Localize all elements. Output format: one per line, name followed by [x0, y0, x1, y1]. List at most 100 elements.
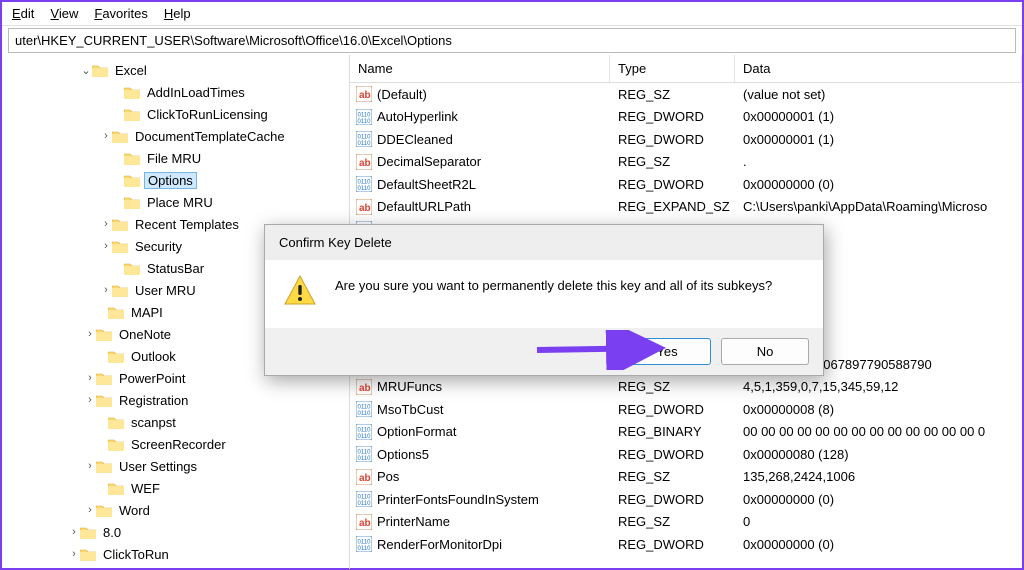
address-bar[interactable]: uter\HKEY_CURRENT_USER\Software\Microsof…: [8, 28, 1016, 53]
value-type: REG_BINARY: [610, 424, 735, 439]
col-header-name[interactable]: Name: [350, 55, 610, 82]
folder-icon: [124, 174, 140, 187]
value-type: REG_DWORD: [610, 402, 735, 417]
tree-item-label: File MRU: [144, 151, 204, 166]
chevron-right-icon[interactable]: ›: [68, 548, 80, 560]
folder-icon: [124, 152, 140, 165]
value-type: REG_SZ: [610, 379, 735, 394]
chevron-down-icon[interactable]: ⌄: [80, 64, 92, 77]
col-header-data[interactable]: Data: [735, 55, 1022, 82]
folder-icon: [112, 218, 128, 231]
value-name: PrinterName: [377, 514, 450, 529]
tree-item-label: Excel: [112, 63, 150, 78]
tree-item-label: scanpst: [128, 415, 179, 430]
value-data: 0: [735, 514, 1022, 529]
string-value-icon: [356, 514, 372, 530]
tree-item[interactable]: Place MRU: [2, 191, 349, 213]
tree-item[interactable]: AddInLoadTimes: [2, 81, 349, 103]
menu-favorites[interactable]: Favorites: [94, 6, 147, 21]
value-row[interactable]: PosREG_SZ135,268,2424,1006: [350, 466, 1022, 489]
value-type: REG_SZ: [610, 514, 735, 529]
value-row[interactable]: MsoTbCustREG_DWORD0x00000008 (8): [350, 398, 1022, 421]
tree-item[interactable]: ›Common: [2, 565, 349, 569]
value-row[interactable]: DDECleanedREG_DWORD0x00000001 (1): [350, 128, 1022, 151]
value-row[interactable]: RenderForMonitorDpiREG_DWORD0x00000000 (…: [350, 533, 1022, 556]
value-name: MsoTbCust: [377, 402, 443, 417]
value-data: 0x00000000 (0): [735, 492, 1022, 507]
value-row[interactable]: DefaultSheetR2LREG_DWORD0x00000000 (0): [350, 173, 1022, 196]
value-data: 00 00 00 00 00 00 00 00 00 00 00 00 00 0: [735, 424, 1022, 439]
folder-icon: [96, 328, 112, 341]
menu-help[interactable]: Help: [164, 6, 191, 21]
value-row[interactable]: OptionFormatREG_BINARY00 00 00 00 00 00 …: [350, 421, 1022, 444]
tree-item[interactable]: ›Registration: [2, 389, 349, 411]
tree-item-label: ClickToRun: [100, 547, 172, 562]
value-data: 0x00000000 (0): [735, 537, 1022, 552]
value-row[interactable]: MRUFuncsREG_SZ4,5,1,359,0,7,15,345,59,12: [350, 376, 1022, 399]
no-button[interactable]: No: [721, 338, 809, 365]
tree-item-label: MAPI: [128, 305, 166, 320]
menu-view[interactable]: View: [50, 6, 78, 21]
value-name: DecimalSeparator: [377, 154, 481, 169]
value-data: 0x00000000 (0): [735, 177, 1022, 192]
chevron-right-icon[interactable]: ›: [100, 284, 112, 296]
value-row[interactable]: AutoHyperlinkREG_DWORD0x00000001 (1): [350, 106, 1022, 129]
tree-item[interactable]: ›DocumentTemplateCache: [2, 125, 349, 147]
tree-item[interactable]: ›8.0: [2, 521, 349, 543]
tree-item-label: OneNote: [116, 327, 174, 342]
value-row[interactable]: DecimalSeparatorREG_SZ.: [350, 151, 1022, 174]
value-name: (Default): [377, 87, 427, 102]
value-row[interactable]: Options5 REG_DWORD0x00000080 (128): [350, 443, 1022, 466]
value-name: Options5: [377, 447, 429, 462]
string-value-icon: [356, 379, 372, 395]
value-data: 0x00000080 (128): [735, 447, 1022, 462]
col-header-type[interactable]: Type: [610, 55, 735, 82]
value-row[interactable]: (Default)REG_SZ(value not set): [350, 83, 1022, 106]
tree-item-label: Recent Templates: [132, 217, 242, 232]
tree-item-label: AddInLoadTimes: [144, 85, 248, 100]
tree-item[interactable]: ClickToRunLicensing: [2, 103, 349, 125]
tree-item-label: Options: [144, 172, 197, 189]
binary-value-icon: [356, 446, 372, 462]
chevron-right-icon[interactable]: ›: [84, 328, 96, 340]
tree-item[interactable]: ScreenRecorder: [2, 433, 349, 455]
tree-item-label: User Settings: [116, 459, 200, 474]
menu-bar: Edit View Favorites Help: [2, 2, 1022, 26]
binary-value-icon: [356, 109, 372, 125]
chevron-right-icon[interactable]: ›: [100, 240, 112, 252]
tree-item[interactable]: › User Settings: [2, 455, 349, 477]
string-value-icon: [356, 469, 372, 485]
tree-item[interactable]: › ClickToRun: [2, 543, 349, 565]
value-data: (value not set): [735, 87, 1022, 102]
menu-edit[interactable]: Edit: [12, 6, 34, 21]
tree-item[interactable]: ⌄ Excel: [2, 59, 349, 81]
tree-item[interactable]: File MRU: [2, 147, 349, 169]
tree-item-label: Word: [116, 503, 153, 518]
folder-icon: [96, 504, 112, 517]
value-type: REG_DWORD: [610, 447, 735, 462]
value-name: Pos: [377, 469, 399, 484]
tree-item[interactable]: scanpst: [2, 411, 349, 433]
chevron-right-icon[interactable]: ›: [84, 394, 96, 406]
folder-icon: [108, 416, 124, 429]
tree-item[interactable]: WEF: [2, 477, 349, 499]
chevron-right-icon[interactable]: ›: [84, 460, 96, 472]
chevron-right-icon[interactable]: ›: [68, 526, 80, 538]
value-row[interactable]: PrinterName REG_SZ0: [350, 511, 1022, 534]
tree-item[interactable]: Options: [2, 169, 349, 191]
folder-icon: [80, 548, 96, 561]
yes-button[interactable]: Yes: [623, 338, 711, 365]
chevron-right-icon[interactable]: ›: [100, 130, 112, 142]
chevron-right-icon[interactable]: ›: [84, 504, 96, 516]
value-name: PrinterFontsFoundInSystem: [377, 492, 539, 507]
tree-item-label: StatusBar: [144, 261, 207, 276]
tree-item[interactable]: › Word: [2, 499, 349, 521]
chevron-right-icon[interactable]: ›: [100, 218, 112, 230]
chevron-right-icon[interactable]: ›: [84, 372, 96, 384]
value-row[interactable]: PrinterFontsFoundInSystemREG_DWORD0x0000…: [350, 488, 1022, 511]
folder-icon: [112, 284, 128, 297]
value-row[interactable]: DefaultURLPathREG_EXPAND_SZC:\Users\pank…: [350, 196, 1022, 219]
binary-value-icon: [356, 424, 372, 440]
warning-icon: [283, 274, 317, 308]
folder-icon: [96, 460, 112, 473]
